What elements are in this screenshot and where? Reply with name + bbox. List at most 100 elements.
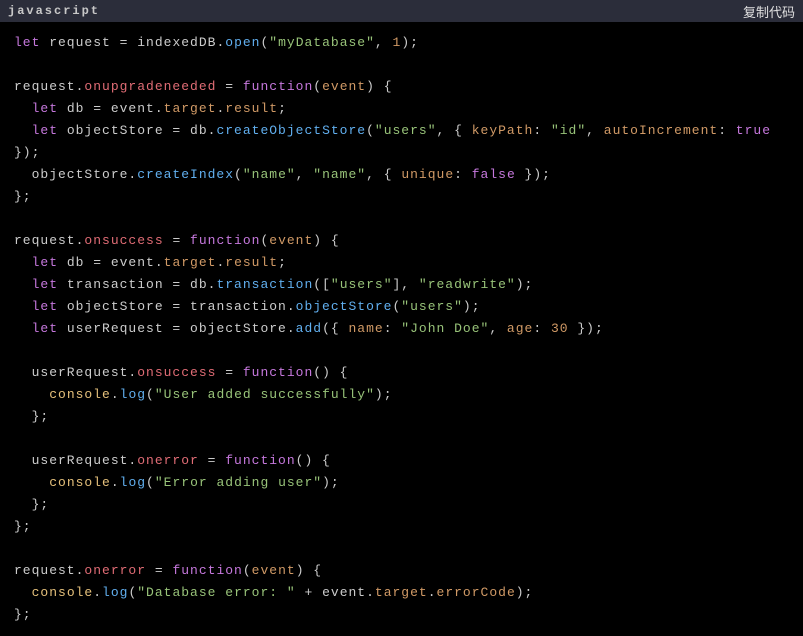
token-punc [14, 299, 32, 314]
token-str: "Error adding user" [155, 475, 322, 490]
token-punc [14, 321, 32, 336]
token-objkey: age [507, 321, 533, 336]
code-block[interactable]: let request = indexedDB.open("myDatabase… [0, 22, 803, 636]
token-prop: onsuccess [84, 233, 163, 248]
token-prop2: target [164, 255, 217, 270]
token-kw: let [32, 277, 58, 292]
code-line: }); [14, 142, 789, 164]
token-str: "users" [331, 277, 393, 292]
code-line: request.onsuccess = function(event) { [14, 230, 789, 252]
token-prop2: target [164, 101, 217, 116]
token-punc: request. [14, 233, 84, 248]
token-punc: userRequest = objectStore. [58, 321, 296, 336]
code-header: javascript 复制代码 [0, 0, 803, 22]
token-prop2: target [375, 585, 428, 600]
code-line: }; [14, 186, 789, 208]
token-kw: let [32, 101, 58, 116]
token-method: log [120, 475, 146, 490]
token-objkey: keyPath [472, 123, 534, 138]
token-punc: ); [463, 299, 481, 314]
token-punc: transaction = db. [58, 277, 216, 292]
token-punc: }; [14, 607, 32, 622]
token-punc: . [428, 585, 437, 600]
token-punc: objectStore = db. [58, 123, 216, 138]
token-punc: indexedDB [128, 35, 216, 50]
token-method: createIndex [137, 167, 234, 182]
token-punc: , [375, 35, 393, 50]
token-punc: ); [516, 585, 534, 600]
code-line: objectStore.createIndex("name", "name", … [14, 164, 789, 186]
token-punc: ); [375, 387, 393, 402]
token-punc: }); [14, 145, 40, 160]
token-kw: function [172, 563, 242, 578]
token-str: "name" [243, 167, 296, 182]
token-punc: . [111, 475, 120, 490]
token-str: "name" [313, 167, 366, 182]
token-kw: let [32, 321, 58, 336]
token-punc [14, 255, 32, 270]
token-punc: : [533, 321, 551, 336]
token-punc: request [40, 35, 119, 50]
token-punc: db = event. [58, 255, 164, 270]
token-objkey: autoIncrement [604, 123, 718, 138]
token-prop2: event [269, 233, 313, 248]
token-punc: ); [401, 35, 419, 50]
token-punc: ( [146, 475, 155, 490]
token-kw: false [472, 167, 516, 182]
token-kw: function [243, 79, 313, 94]
token-punc: userRequest. [14, 453, 137, 468]
code-line: }; [14, 494, 789, 516]
token-punc [14, 101, 32, 116]
code-line: request.onerror = function(event) { [14, 560, 789, 582]
token-punc: , { [437, 123, 472, 138]
token-kw: let [32, 299, 58, 314]
token-prop2: event [252, 563, 296, 578]
token-punc: , [586, 123, 604, 138]
code-line: let db = event.target.result; [14, 98, 789, 120]
token-punc: . [216, 101, 225, 116]
token-punc: , [296, 167, 314, 182]
token-method: objectStore [296, 299, 393, 314]
code-line: let request = indexedDB.open("myDatabase… [14, 32, 789, 54]
copy-code-button[interactable]: 复制代码 [743, 2, 795, 21]
token-method: open [225, 35, 260, 50]
token-punc: : [454, 167, 472, 182]
token-prop: onerror [84, 563, 146, 578]
token-punc: () { [296, 453, 331, 468]
token-punc: }); [569, 321, 604, 336]
token-punc: ({ [322, 321, 348, 336]
token-punc: ( [392, 299, 401, 314]
token-kw: let [14, 35, 40, 50]
token-punc: request. [14, 563, 84, 578]
token-punc: userRequest. [14, 365, 137, 380]
token-punc: request. [14, 79, 84, 94]
token-punc: ( [234, 167, 243, 182]
token-kw: true [736, 123, 771, 138]
token-punc: : [384, 321, 402, 336]
token-prop: onerror [137, 453, 199, 468]
token-punc: }; [14, 409, 49, 424]
token-punc: }; [14, 519, 32, 534]
language-label: javascript [8, 4, 100, 18]
code-line: request.onupgradeneeded = function(event… [14, 76, 789, 98]
code-line: let transaction = db.transaction(["users… [14, 274, 789, 296]
token-kw: let [32, 123, 58, 138]
token-punc: = [164, 233, 190, 248]
token-punc: . [216, 35, 225, 50]
token-str: "John Doe" [401, 321, 489, 336]
code-line: console.log("Database error: " + event.t… [14, 582, 789, 604]
token-str: "users" [375, 123, 437, 138]
code-line: }; [14, 516, 789, 538]
token-punc: ( [313, 79, 322, 94]
token-prop2: event [322, 79, 366, 94]
token-punc: = [146, 563, 172, 578]
code-line [14, 208, 789, 230]
token-objkey: name [348, 321, 383, 336]
token-punc: ([ [313, 277, 331, 292]
code-line: }; [14, 604, 789, 626]
token-punc: = [216, 365, 242, 380]
code-line: let db = event.target.result; [14, 252, 789, 274]
token-punc: ( [128, 585, 137, 600]
code-line: }; [14, 406, 789, 428]
token-punc: ) { [313, 233, 339, 248]
